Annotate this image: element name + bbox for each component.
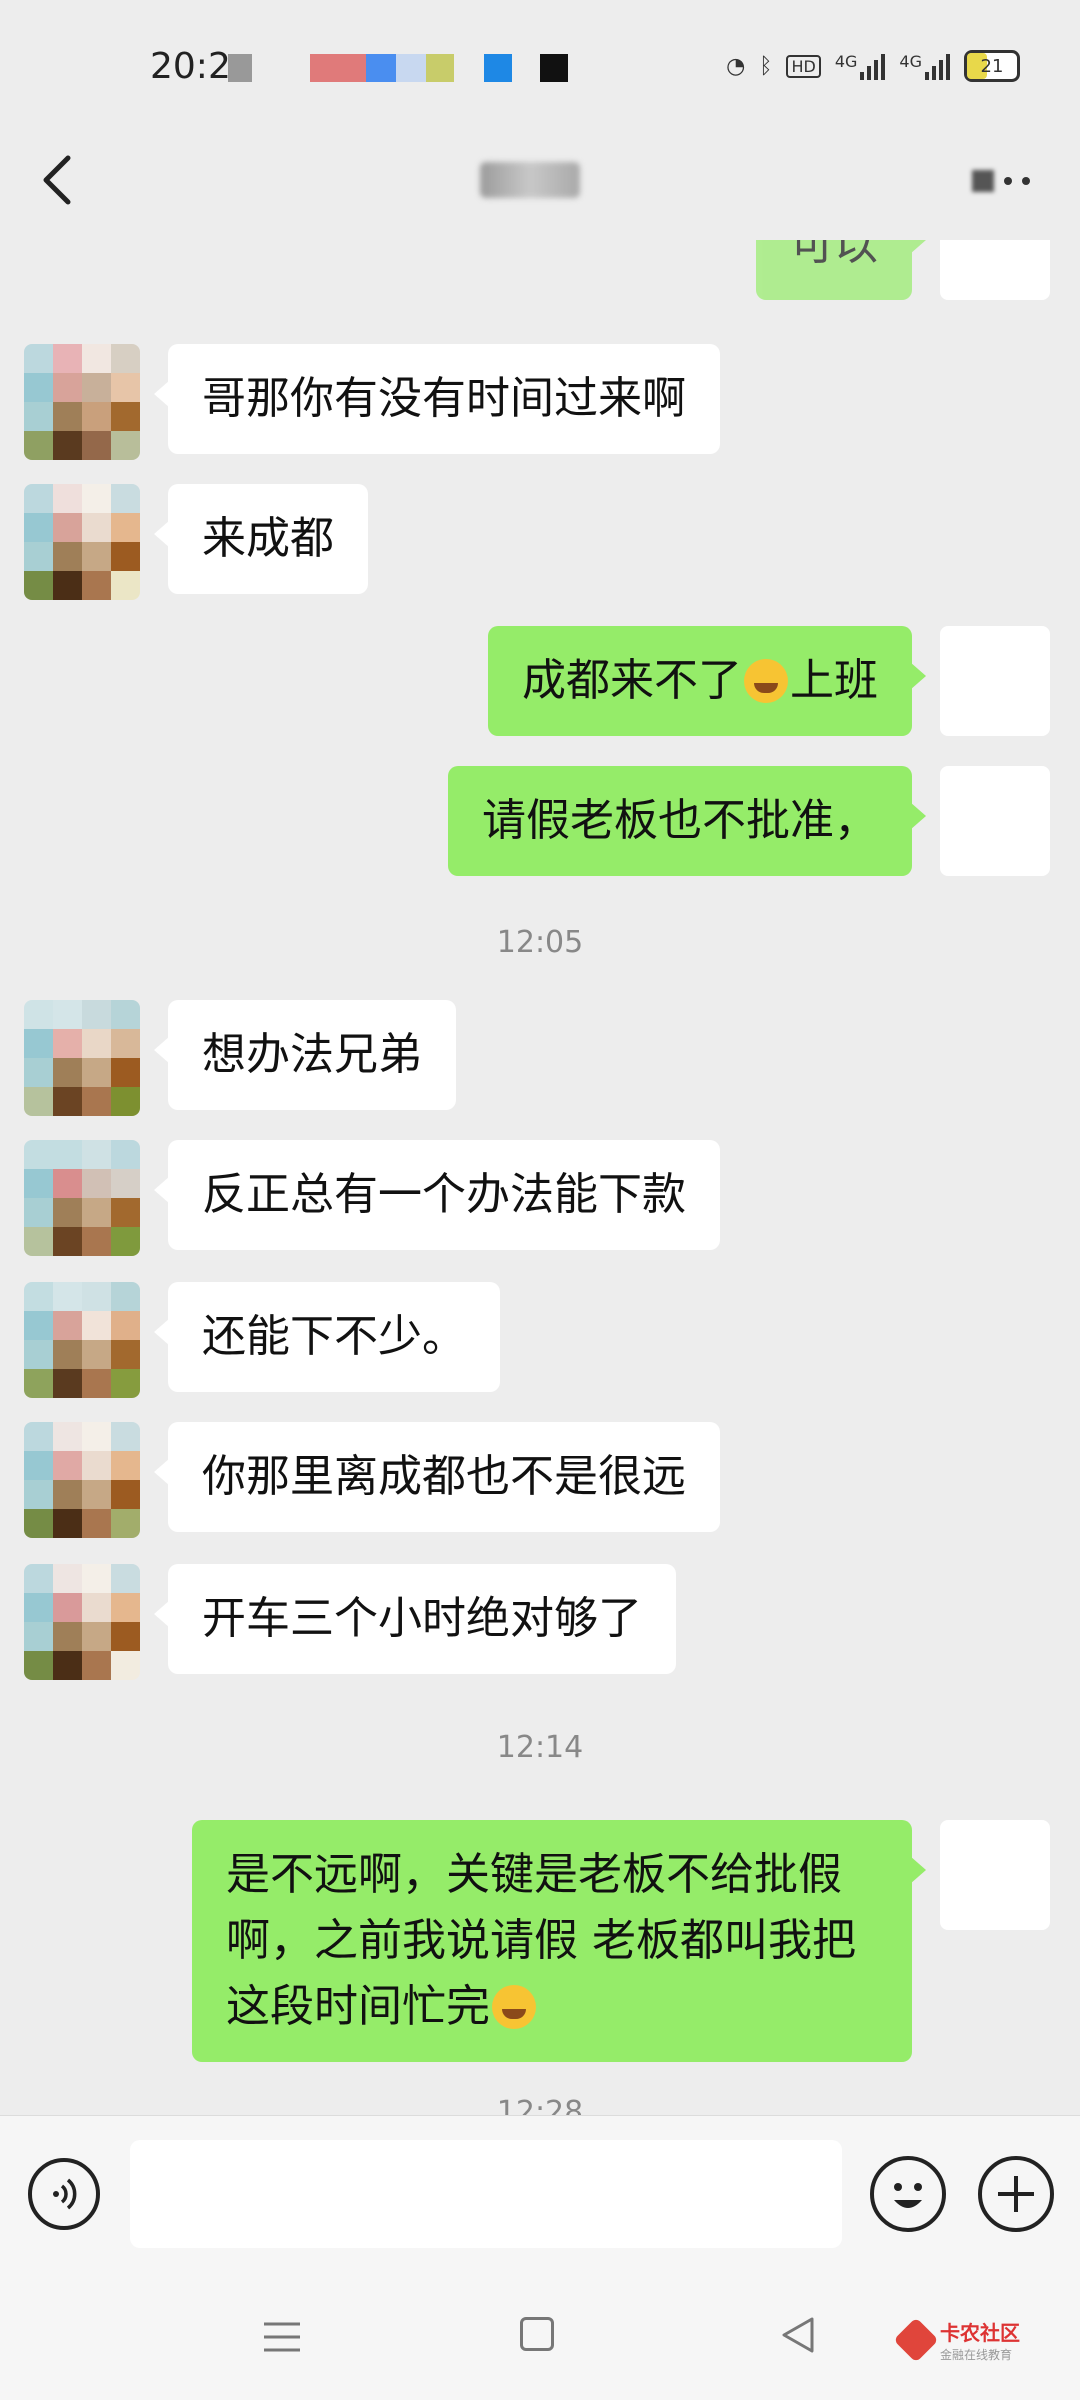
grimace-emoji-icon xyxy=(744,659,788,703)
message-text: 成都来不了 xyxy=(522,655,742,706)
message-text: 来成都 xyxy=(202,513,334,564)
message-bubble[interactable]: 你那里离成都也不是很远 xyxy=(154,1422,720,1532)
avatar-other[interactable] xyxy=(24,1000,140,1116)
message-bubble[interactable]: 可以 xyxy=(756,240,926,300)
message-text: 开车三个小时绝对够了 xyxy=(202,1593,642,1644)
message-bubble[interactable]: 请假老板也不批准， xyxy=(448,766,926,876)
message-row-other: 哥那你有没有时间过来啊 xyxy=(24,344,720,460)
message-row-other: 想办法兄弟 xyxy=(24,1000,456,1116)
signal-4g-icon: 4G xyxy=(899,52,950,80)
message-bubble[interactable]: 开车三个小时绝对够了 xyxy=(154,1564,676,1674)
message-bubble[interactable]: 是不远啊，关键是老板不给批假啊，之前我说请假 老板都叫我把这段时间忙完 xyxy=(192,1820,926,2062)
avatar-other[interactable] xyxy=(24,1422,140,1538)
avatar-other[interactable] xyxy=(24,1140,140,1256)
notification-icon xyxy=(228,54,252,82)
plus-icon[interactable] xyxy=(978,2156,1054,2232)
message-row-self: 是不远啊，关键是老板不给批假啊，之前我说请假 老板都叫我把这段时间忙完 xyxy=(192,1820,1050,2062)
avatar-self[interactable] xyxy=(940,766,1050,876)
message-bubble[interactable]: 反正总有一个办法能下款 xyxy=(154,1140,720,1250)
message-row-self: 成都来不了 上班 xyxy=(488,626,1050,736)
more-dots-icon[interactable] xyxy=(972,170,1030,192)
message-row-other: 你那里离成都也不是很远 xyxy=(24,1422,720,1538)
hd-icon: HD xyxy=(786,54,821,78)
message-bubble[interactable]: 成都来不了 上班 xyxy=(488,626,926,736)
avatar-other[interactable] xyxy=(24,1282,140,1398)
timestamp: 12:28 xyxy=(496,2095,584,2115)
system-nav-bar: 卡农社区 金融在线教育 xyxy=(0,2275,1080,2400)
message-bubble[interactable]: 还能下不少。 xyxy=(154,1282,500,1392)
notification-icon xyxy=(540,54,568,82)
message-text: 还能下不少。 xyxy=(202,1311,466,1362)
avatar-self[interactable] xyxy=(940,1820,1050,1930)
message-row-other: 开车三个小时绝对够了 xyxy=(24,1564,676,1680)
home-icon[interactable] xyxy=(520,2317,554,2351)
bluetooth-icon: ᛒ xyxy=(759,53,773,79)
notification-icon xyxy=(366,54,396,82)
message-input[interactable] xyxy=(130,2140,842,2248)
notification-icon xyxy=(310,54,366,82)
status-time: 20:2 xyxy=(150,46,231,87)
message-row-self: 可以 xyxy=(756,240,1050,300)
watermark-tagline: 金融在线教育 xyxy=(940,2348,1013,2362)
message-row-other: 来成都 xyxy=(24,484,368,600)
signal-4g-icon: 4G xyxy=(835,52,886,80)
avatar-self[interactable] xyxy=(940,626,1050,736)
message-text: 请假老板也不批准， xyxy=(482,795,878,846)
notification-icon xyxy=(484,54,512,82)
message-row-self: 请假老板也不批准， xyxy=(448,766,1050,876)
message-text: 你那里离成都也不是很远 xyxy=(202,1451,686,1502)
alarm-icon: ◔ xyxy=(726,53,746,79)
message-bubble[interactable]: 来成都 xyxy=(154,484,368,594)
watermark-logo-icon xyxy=(893,2317,939,2363)
message-row-other: 反正总有一个办法能下款 xyxy=(24,1140,720,1256)
message-text: 可以 xyxy=(790,240,878,270)
voice-icon[interactable] xyxy=(28,2158,100,2230)
message-text: 反正总有一个办法能下款 xyxy=(202,1169,686,1220)
chat-title xyxy=(480,162,580,202)
chat-area[interactable]: 可以 哥那你有没有时间过来啊 来成都 成都来不了 上班 请假老板也不批准， 12… xyxy=(0,240,1080,2115)
message-bubble[interactable]: 想办法兄弟 xyxy=(154,1000,456,1110)
status-bar: 20:2 ◔ ᛒ HD 4G 4G 21 xyxy=(0,0,1080,140)
smile-icon[interactable] xyxy=(870,2156,946,2232)
timestamp: 12:14 xyxy=(496,1730,584,1765)
chat-header xyxy=(0,140,1080,240)
grimace-emoji-icon xyxy=(492,1985,536,2029)
battery-icon: 21 xyxy=(964,50,1020,82)
message-text: 想办法兄弟 xyxy=(202,1029,422,1080)
message-row-other: 还能下不少。 xyxy=(24,1282,500,1398)
watermark: 卡农社区 金融在线教育 xyxy=(893,2317,1020,2363)
input-bar xyxy=(0,2115,1080,2276)
back-triangle-icon[interactable] xyxy=(778,2315,818,2355)
status-icons: ◔ ᛒ HD 4G 4G 21 xyxy=(726,50,1020,82)
menu-icon[interactable] xyxy=(262,2320,302,2354)
message-text: 上班 xyxy=(790,655,878,706)
avatar-other[interactable] xyxy=(24,484,140,600)
avatar-other[interactable] xyxy=(24,1564,140,1680)
message-text: 是不远啊，关键是老板不给批假啊，之前我说请假 老板都叫我把这段时间忙完 xyxy=(226,1849,856,2032)
notification-icon xyxy=(396,54,426,82)
notification-icon xyxy=(426,54,454,82)
chevron-left-icon[interactable] xyxy=(30,150,90,210)
avatar-other[interactable] xyxy=(24,344,140,460)
message-text: 哥那你有没有时间过来啊 xyxy=(202,373,686,424)
timestamp: 12:05 xyxy=(496,925,584,960)
avatar-self[interactable] xyxy=(940,240,1050,300)
message-bubble[interactable]: 哥那你有没有时间过来啊 xyxy=(154,344,720,454)
watermark-name: 卡农社区 xyxy=(940,2321,1020,2345)
